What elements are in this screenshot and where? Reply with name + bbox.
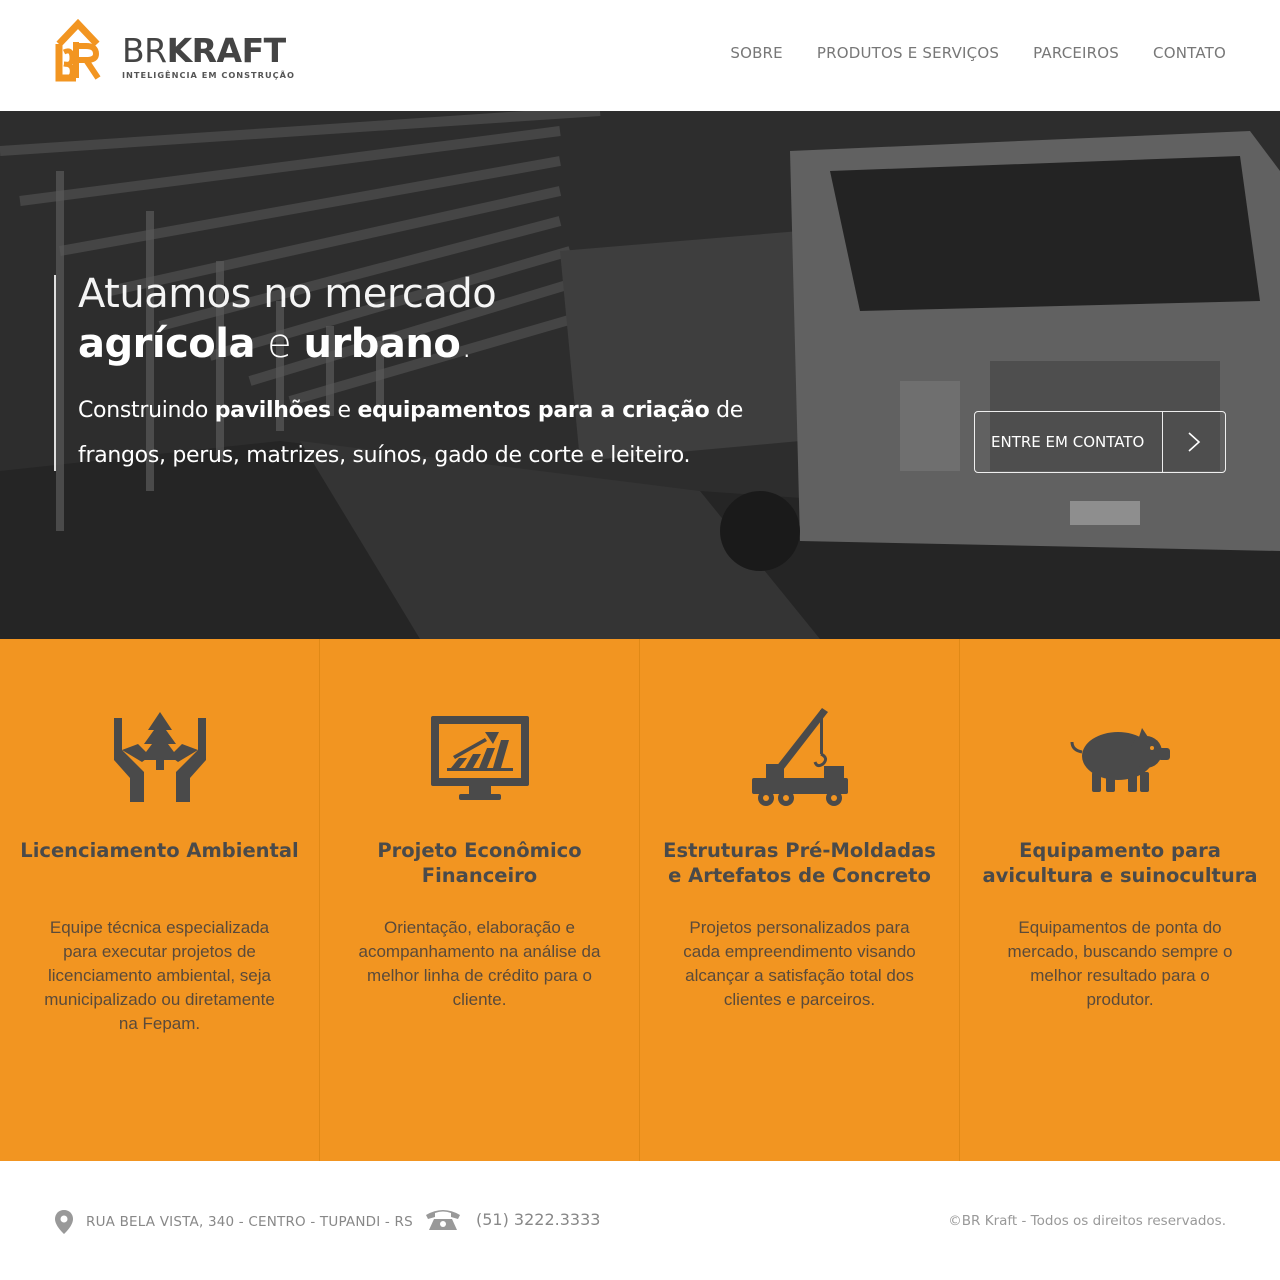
hero-sub-bold2: equipamentos para a criação [357,398,710,423]
hero-title-mid: e [254,321,304,367]
logo-tagline: INTELIGÊNCIA EM CONSTRUÇÃO [122,70,295,80]
pig-icon [960,703,1280,813]
service-card-projeto-economico: Projeto Econômico Financeiro Orientação,… [320,639,640,1161]
hero-sub-mid: e [330,398,358,423]
hero-accent-line [54,275,56,471]
map-pin-icon [55,1210,73,1234]
hands-tree-icon [0,703,319,813]
chevron-right-icon [1163,412,1225,472]
hero-sub-bold1: pavilhões [214,398,331,423]
nav-item-parceiros[interactable]: PARCEIROS [1033,44,1119,62]
address-text: RUA BELA VISTA, 340 - CENTRO - TUPANDI -… [86,1214,413,1230]
hero-overlay [0,111,1280,639]
site-header: BRKRAFT INTELIGÊNCIA EM CONSTRUÇÃO SOBRE… [0,0,1280,111]
hero-sub-pre: Construindo [78,398,215,423]
cta-label: ENTRE EM CONTATO [975,412,1163,472]
hero-title-bold2: urbano [303,321,461,367]
logo-name: BRKRAFT [122,34,295,68]
nav-item-contato[interactable]: CONTATO [1153,44,1226,62]
service-title: Equipamento para avicultura e suinocultu… [982,839,1258,887]
nav-item-sobre[interactable]: SOBRE [730,44,783,62]
service-description: Orientação, elaboração e acompanhamento … [358,918,601,1009]
house-logo-icon [55,18,101,82]
site-footer: RUA BELA VISTA, 340 - CENTRO - TUPANDI -… [0,1161,1280,1280]
crane-truck-icon [640,703,959,813]
hero-subtitle: Construindo pavilhões e equipamentos par… [78,388,758,478]
service-description: Projetos personalizados para cada empree… [683,918,916,1009]
phone-text: (51) 3222.3333 [476,1209,601,1229]
telephone-icon [426,1210,460,1230]
footer-address: RUA BELA VISTA, 340 - CENTRO - TUPANDI -… [54,1209,413,1235]
main-nav: SOBRE PRODUTOS E SERVIÇOS PARCEIROS CONT… [730,44,1226,62]
services-section: Licenciamento Ambiental Equipe técnica e… [0,639,1280,1161]
service-title: Licenciamento Ambiental [20,839,299,862]
logo-name-light: BR [122,31,167,70]
hero-banner: Atuamos no mercado agrícola e urbano. Co… [0,111,1280,639]
copyright-text: ©BR Kraft - Todos os direitos reservados… [948,1213,1226,1229]
service-description: Equipamentos de ponta do mercado, buscan… [1007,918,1233,1009]
service-card-estruturas: Estruturas Pré-Moldadas e Artefatos de C… [640,639,960,1161]
hero-title-line1: Atuamos no mercado [78,271,497,317]
hero-title-end: . [460,321,473,367]
service-card-licenciamento: Licenciamento Ambiental Equipe técnica e… [0,639,320,1161]
contact-cta-button[interactable]: ENTRE EM CONTATO [974,411,1226,473]
service-description: Equipe técnica especializada para execut… [44,918,275,1033]
logo-text: BRKRAFT INTELIGÊNCIA EM CONSTRUÇÃO [122,34,295,81]
service-title: Estruturas Pré-Moldadas e Artefatos de C… [663,839,936,887]
footer-phone[interactable]: (51) 3222.3333 [424,1207,600,1231]
nav-item-produtos-servicos[interactable]: PRODUTOS E SERVIÇOS [817,44,999,62]
hero-title-bold1: agrícola [78,321,255,367]
brand-logo[interactable]: BRKRAFT INTELIGÊNCIA EM CONSTRUÇÃO [54,18,295,82]
logo-name-bold: KRAFT [166,31,287,70]
service-title: Projeto Econômico Financeiro [377,839,582,887]
hero-title: Atuamos no mercado agrícola e urbano. [78,269,497,369]
service-card-equipamento: Equipamento para avicultura e suinocultu… [960,639,1280,1161]
monitor-chart-icon [320,703,639,813]
